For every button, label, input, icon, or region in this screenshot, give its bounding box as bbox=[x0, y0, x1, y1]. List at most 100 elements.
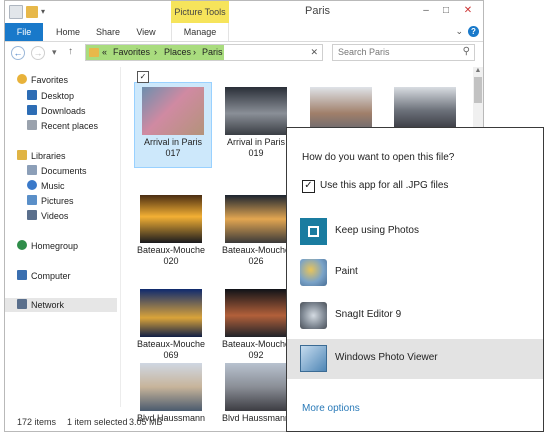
up-button[interactable]: ↑ bbox=[68, 46, 73, 57]
address-bar[interactable]: « Favorites › Places › Paris ✕ bbox=[85, 44, 323, 61]
maximize-button[interactable]: □ bbox=[437, 4, 455, 18]
breadcrumb-places[interactable]: Places bbox=[164, 47, 191, 57]
ribbon-tabs: File Home Share View Manage ⌄ ? bbox=[5, 23, 483, 42]
music-icon bbox=[27, 180, 37, 190]
file-number: 092 bbox=[248, 350, 264, 360]
selection-size: 3.05 MB bbox=[129, 417, 163, 427]
file-number: 017 bbox=[165, 148, 181, 158]
picture-tools-context-label: Picture Tools bbox=[171, 1, 229, 23]
tab-home[interactable]: Home bbox=[51, 23, 85, 41]
use-app-label[interactable]: Use this app for all .JPG files bbox=[320, 180, 448, 191]
sidebar-item-music[interactable]: Music bbox=[27, 179, 65, 193]
file-thumbnail bbox=[140, 363, 202, 411]
file-thumbnail bbox=[140, 289, 202, 337]
close-button[interactable]: ✕ bbox=[459, 4, 477, 18]
recent-places-icon bbox=[27, 120, 37, 130]
network-icon bbox=[17, 299, 27, 309]
search-icon[interactable]: ⚲ bbox=[463, 46, 470, 57]
sidebar-item-documents[interactable]: Documents bbox=[27, 164, 87, 178]
quick-access-chevron-icon[interactable]: ▾ bbox=[41, 6, 49, 18]
breadcrumb-separator[interactable]: › bbox=[193, 47, 196, 57]
app-label: Paint bbox=[335, 266, 358, 277]
selection-info: 1 item selected bbox=[67, 417, 128, 427]
item-select-checkbox[interactable]: ✓ bbox=[137, 71, 149, 83]
forward-button[interactable]: → bbox=[31, 46, 45, 60]
desktop-icon bbox=[27, 90, 37, 100]
file-thumbnail bbox=[225, 195, 287, 243]
item-count: 172 items bbox=[17, 417, 57, 427]
documents-icon bbox=[27, 165, 37, 175]
address-clear-icon[interactable]: ✕ bbox=[310, 47, 318, 58]
scroll-up-icon[interactable]: ▲ bbox=[473, 67, 483, 75]
libraries-icon bbox=[17, 150, 27, 160]
file-name: Bateaux-Mouche bbox=[221, 245, 291, 255]
help-icon[interactable]: ? bbox=[468, 26, 479, 37]
file-thumbnail bbox=[142, 87, 204, 135]
computer-icon bbox=[17, 270, 27, 280]
sidebar-item-computer[interactable]: Computer bbox=[17, 269, 71, 283]
file-item[interactable]: Bateaux-Mouche 026 bbox=[218, 195, 294, 267]
breadcrumb-separator[interactable]: › bbox=[154, 47, 157, 57]
file-thumbnail bbox=[225, 363, 287, 411]
breadcrumb-favorites[interactable]: Favorites bbox=[113, 47, 150, 57]
sidebar-item-downloads[interactable]: Downloads bbox=[27, 104, 86, 118]
file-item[interactable]: Bateaux-Mouche 092 bbox=[218, 289, 294, 361]
homegroup-icon bbox=[17, 240, 27, 250]
file-name: Bateaux-Mouche bbox=[221, 339, 291, 349]
file-name: Bateaux-Mouche bbox=[136, 245, 206, 255]
file-thumbnail bbox=[140, 195, 202, 243]
quick-access-toolbar: ▾ bbox=[9, 5, 49, 19]
app-label: SnagIt Editor 9 bbox=[335, 309, 402, 320]
search-placeholder: Search Paris bbox=[338, 47, 390, 57]
app-option-snagit[interactable]: SnagIt Editor 9 bbox=[287, 296, 543, 336]
pictures-icon bbox=[27, 195, 37, 205]
app-option-photos[interactable]: Keep using Photos bbox=[287, 212, 543, 252]
file-item[interactable]: Arrival in Paris 017 bbox=[134, 82, 212, 168]
file-item[interactable]: Bateaux-Mouche 020 bbox=[133, 195, 209, 267]
file-item[interactable]: Bateaux-Mouche 069 bbox=[133, 289, 209, 361]
ribbon-expand-icon[interactable]: ⌄ bbox=[455, 26, 463, 37]
file-number: 019 bbox=[248, 148, 264, 158]
tab-manage[interactable]: Manage bbox=[171, 23, 229, 41]
photo-viewer-icon bbox=[300, 345, 327, 372]
scrollbar-thumb[interactable] bbox=[474, 77, 482, 103]
sidebar-item-homegroup[interactable]: Homegroup bbox=[17, 239, 78, 253]
use-app-checkbox[interactable]: ✓ bbox=[302, 180, 315, 193]
properties-icon[interactable] bbox=[9, 5, 23, 19]
sidebar-item-videos[interactable]: Videos bbox=[27, 209, 68, 223]
videos-icon bbox=[27, 210, 37, 220]
sidebar-item-favorites[interactable]: Favorites bbox=[17, 73, 68, 87]
sidebar-item-pictures[interactable]: Pictures bbox=[27, 194, 74, 208]
tab-view[interactable]: View bbox=[131, 23, 161, 41]
dialog-question: How do you want to open this file? bbox=[302, 152, 455, 163]
address-prefix[interactable]: « bbox=[102, 47, 107, 57]
navigation-pane: Favorites Desktop Downloads Recent place… bbox=[5, 67, 120, 407]
app-label: Windows Photo Viewer bbox=[335, 352, 438, 363]
title-bar: ▾ Picture Tools Paris – □ ✕ bbox=[5, 1, 483, 23]
tab-file[interactable]: File bbox=[5, 23, 43, 41]
more-options-link[interactable]: More options bbox=[302, 403, 360, 414]
breadcrumb-paris[interactable]: Paris bbox=[202, 47, 223, 57]
new-folder-icon[interactable] bbox=[26, 6, 38, 18]
search-input[interactable]: Search Paris ⚲ bbox=[332, 44, 475, 61]
snagit-icon bbox=[300, 302, 327, 329]
sidebar-item-network[interactable]: Network bbox=[5, 298, 117, 312]
minimize-button[interactable]: – bbox=[417, 4, 435, 18]
file-name: Arrival in Paris bbox=[226, 137, 285, 147]
app-option-paint[interactable]: Paint bbox=[287, 253, 543, 293]
file-name: Arrival in Paris bbox=[143, 137, 202, 147]
app-option-photo-viewer[interactable]: Windows Photo Viewer bbox=[287, 339, 543, 379]
navigation-bar: ← → ▾ ↑ « Favorites › Places › Paris ✕ S… bbox=[5, 42, 483, 64]
sidebar-item-recent-places[interactable]: Recent places bbox=[27, 119, 98, 133]
file-item[interactable]: Arrival in Paris 019 bbox=[218, 87, 294, 159]
sidebar-item-libraries[interactable]: Libraries bbox=[17, 149, 66, 163]
star-icon bbox=[17, 74, 27, 84]
tab-share[interactable]: Share bbox=[91, 23, 125, 41]
file-thumbnail bbox=[225, 289, 287, 337]
window-title: Paris bbox=[305, 5, 331, 17]
recent-locations-chevron-icon[interactable]: ▾ bbox=[52, 47, 57, 58]
sidebar-item-desktop[interactable]: Desktop bbox=[27, 89, 74, 103]
back-button[interactable]: ← bbox=[11, 46, 25, 60]
folder-icon bbox=[89, 48, 99, 57]
file-number: 020 bbox=[163, 256, 179, 266]
